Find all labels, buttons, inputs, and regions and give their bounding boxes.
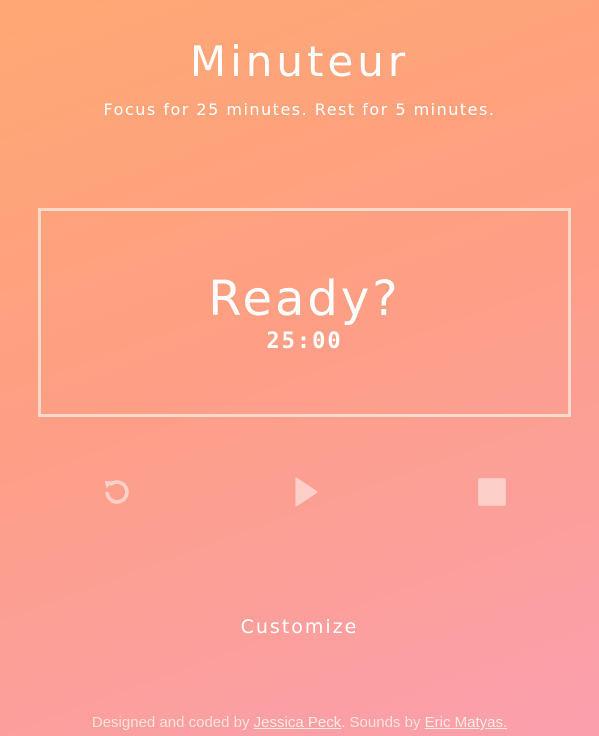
footer-prefix: Designed and coded by [91,714,254,731]
reset-icon [100,475,134,509]
play-icon [287,475,321,509]
author-link[interactable]: Jessica Peck [254,714,342,731]
customize-section: Customize [0,615,599,639]
reset-button[interactable] [95,472,139,512]
timer-time: 25:00 [266,329,343,354]
timer-status: Ready? [208,271,401,327]
stop-button[interactable] [470,472,514,512]
play-button[interactable] [282,472,326,512]
footer-credits: Designed and coded by Jessica Peck. Soun… [0,714,599,732]
sounds-credit-link[interactable]: Eric Matyas. [425,714,508,731]
stop-icon [477,477,507,507]
app-subtitle: Focus for 25 minutes. Rest for 5 minutes… [103,100,496,119]
footer-middle: . Sounds by [341,714,425,731]
app-title: Minuteur [189,37,410,86]
timer-display: Ready? 25:00 [38,208,571,417]
customize-button[interactable]: Customize [241,616,359,638]
